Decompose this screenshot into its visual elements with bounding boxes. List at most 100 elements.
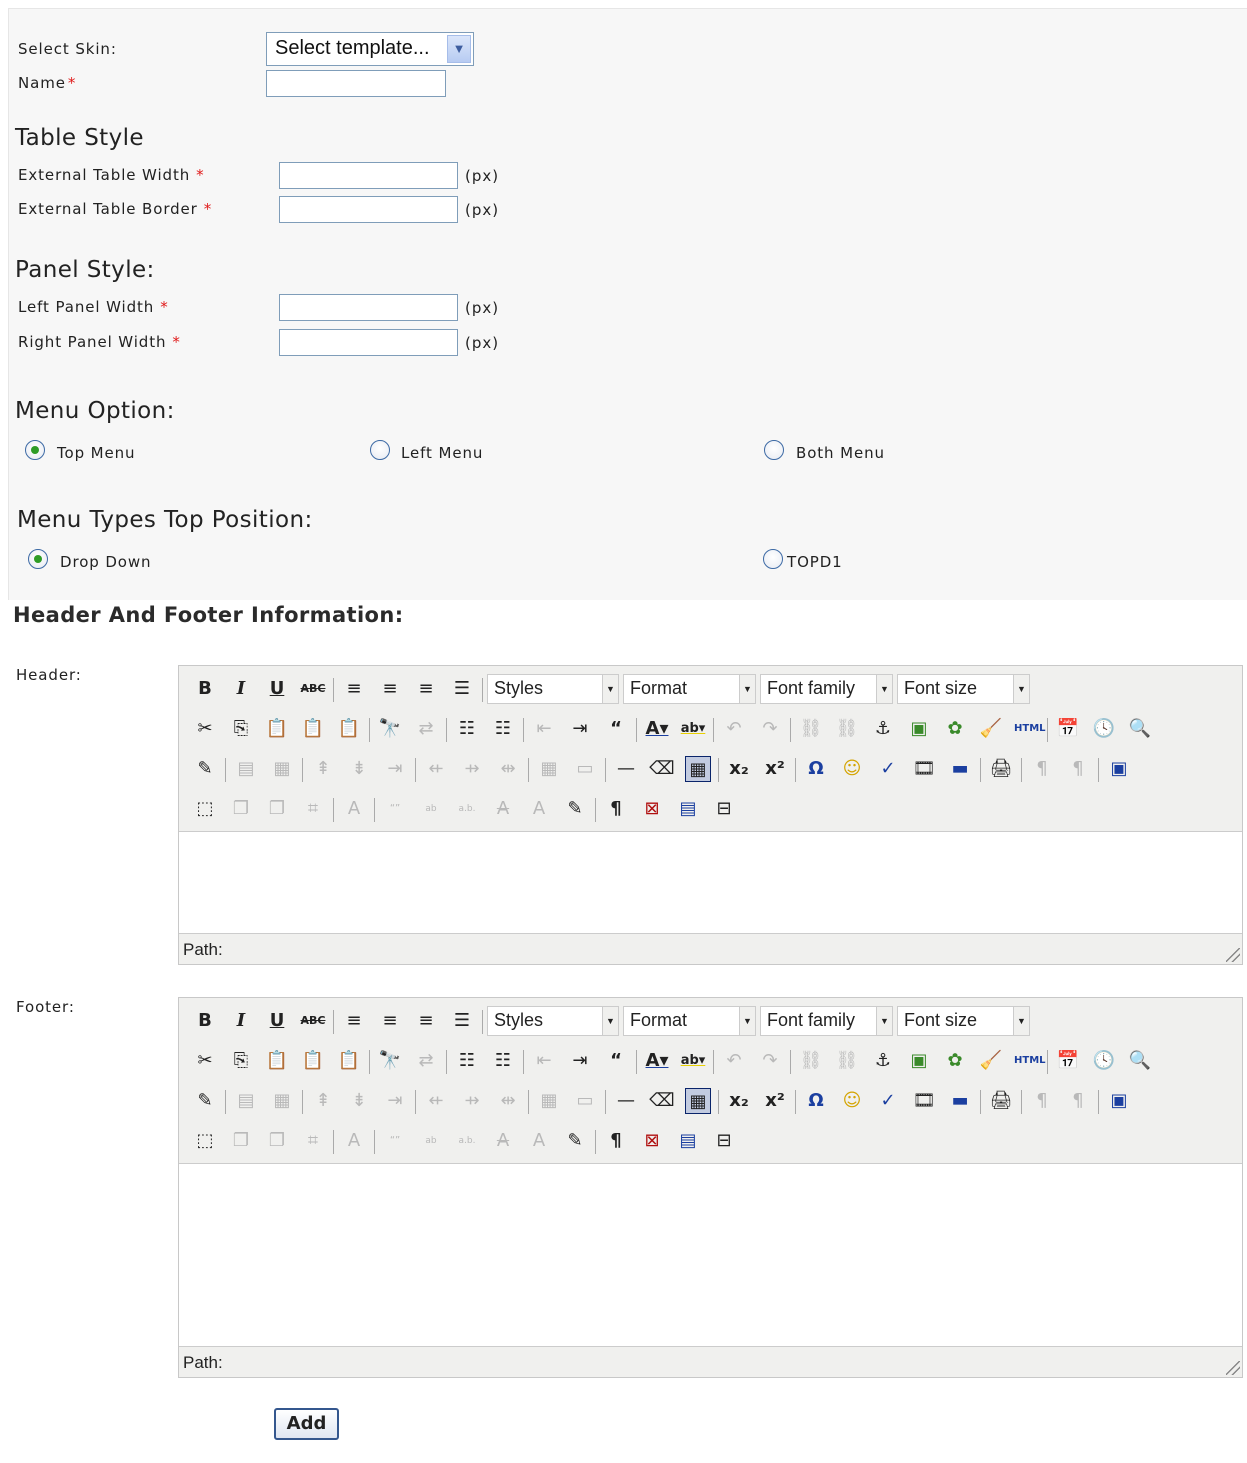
link-icon[interactable]: ⛓ <box>798 1048 824 1074</box>
delete-text-icon[interactable]: A <box>490 796 516 822</box>
row-after-icon[interactable]: ⇟ <box>346 756 372 782</box>
superscript-icon[interactable]: x² <box>762 1088 788 1114</box>
spellcheck-icon[interactable]: ✓ <box>875 756 901 782</box>
print-icon[interactable]: 🖨 <box>988 1088 1014 1114</box>
paste-word-icon[interactable]: 📋 <box>336 1048 362 1074</box>
row-before-icon[interactable]: ⇞ <box>310 1088 336 1114</box>
image-icon[interactable]: ▣ <box>906 1048 932 1074</box>
blockquote-icon[interactable]: “ <box>603 716 629 742</box>
external-table-border-input[interactable] <box>279 196 458 223</box>
table-icon[interactable]: ▦ <box>685 756 711 782</box>
paste-icon[interactable]: 📋 <box>264 716 290 742</box>
font-size-dropdown[interactable]: Font size ▼ <box>897 674 1030 704</box>
right-panel-width-input[interactable] <box>279 329 458 356</box>
align-left-icon[interactable]: ≡ <box>341 676 367 702</box>
external-table-width-input[interactable] <box>279 162 458 189</box>
cut-icon[interactable]: ✂ <box>192 716 218 742</box>
replace-icon[interactable]: ⇄ <box>413 716 439 742</box>
subscript-icon[interactable]: x₂ <box>726 1088 752 1114</box>
insert-layer-icon[interactable]: ⬚ <box>192 796 218 822</box>
styles-dropdown[interactable]: Styles ▼ <box>487 1006 619 1036</box>
chevron-down-icon[interactable]: ▼ <box>447 35 471 63</box>
radio-both-menu[interactable] <box>764 440 784 460</box>
superscript-icon[interactable]: x² <box>762 756 788 782</box>
delete-col-icon[interactable]: ⇹ <box>495 756 521 782</box>
numbered-list-icon[interactable]: ☷ <box>490 1048 516 1074</box>
edit-css-icon[interactable]: ✎ <box>192 756 218 782</box>
ltr-icon[interactable]: ¶ <box>1029 756 1055 782</box>
emoticon-icon[interactable]: ☺ <box>839 1088 865 1114</box>
delete-row-icon[interactable]: ⇥ <box>382 756 408 782</box>
fullscreen-icon[interactable]: ▣ <box>1106 756 1132 782</box>
insert-time-icon[interactable]: 🕓 <box>1091 1048 1117 1074</box>
style-props-icon[interactable]: A <box>341 1128 367 1154</box>
html-source-button[interactable]: HTML <box>1014 716 1046 742</box>
insert-text-icon[interactable]: A <box>526 796 552 822</box>
header-editor[interactable]: B I U ABC ≡ ≡ ≡ ☰ Styles ▼ Format ▼ Font family ▼ Font… <box>178 665 1243 965</box>
format-dropdown[interactable]: Format ▼ <box>623 1006 756 1036</box>
delete-row-icon[interactable]: ⇥ <box>382 1088 408 1114</box>
move-backward-icon[interactable]: ❐ <box>264 796 290 822</box>
nonbreaking-icon[interactable]: ⊠ <box>639 1128 665 1154</box>
find-icon[interactable]: 🔭 <box>377 716 403 742</box>
paste-text-icon[interactable]: 📋 <box>300 716 326 742</box>
cite-icon[interactable]: “” <box>382 796 408 822</box>
template-icon[interactable]: ▤ <box>675 796 701 822</box>
move-forward-icon[interactable]: ❐ <box>228 796 254 822</box>
font-family-dropdown[interactable]: Font family ▼ <box>760 1006 893 1036</box>
emoticon-icon[interactable]: ☺ <box>839 756 865 782</box>
paste-text-icon[interactable]: 📋 <box>300 1048 326 1074</box>
undo-icon[interactable]: ↶ <box>721 716 747 742</box>
image-icon[interactable]: ▣ <box>906 716 932 742</box>
redo-icon[interactable]: ↷ <box>757 716 783 742</box>
font-size-dropdown[interactable]: Font size ▼ <box>897 1006 1030 1036</box>
paste-icon[interactable]: 📋 <box>264 1048 290 1074</box>
paste-word-icon[interactable]: 📋 <box>336 716 362 742</box>
anchor-icon[interactable]: ⚓ <box>870 716 896 742</box>
copy-icon[interactable]: ⎘ <box>228 1048 254 1074</box>
bold-icon[interactable]: B <box>192 676 218 702</box>
special-char-icon[interactable]: Ω <box>803 1088 829 1114</box>
highlight-color-icon[interactable]: ab▾ <box>680 1048 706 1074</box>
header-editor-content[interactable] <box>179 831 1242 934</box>
row-after-icon[interactable]: ⇟ <box>346 1088 372 1114</box>
anchor-icon[interactable]: ⚓ <box>870 1048 896 1074</box>
row-before-icon[interactable]: ⇞ <box>310 756 336 782</box>
redo-icon[interactable]: ↷ <box>757 1048 783 1074</box>
bullet-list-icon[interactable]: ☷ <box>454 716 480 742</box>
resize-grip-icon[interactable] <box>1226 948 1240 962</box>
cell-props-icon[interactable]: ▦ <box>269 1088 295 1114</box>
cleanup-icon[interactable]: 🧹 <box>978 1048 1004 1074</box>
align-left-icon[interactable]: ≡ <box>341 1008 367 1034</box>
spellcheck-icon[interactable]: ✓ <box>875 1088 901 1114</box>
cite-icon[interactable]: “” <box>382 1128 408 1154</box>
insert-date-icon[interactable]: 📅 <box>1055 716 1081 742</box>
merge-cells-icon[interactable]: ▭ <box>572 1088 598 1114</box>
table-icon[interactable]: ▦ <box>685 1088 711 1114</box>
footer-editor-content[interactable] <box>179 1163 1242 1347</box>
print-icon[interactable]: 🖨 <box>988 756 1014 782</box>
skin-select[interactable]: Select template... ▼ <box>266 32 474 66</box>
radio-top-menu[interactable] <box>25 440 45 460</box>
delete-col-icon[interactable]: ⇹ <box>495 1088 521 1114</box>
highlight-color-icon[interactable]: ab▾ <box>680 716 706 742</box>
subscript-icon[interactable]: x₂ <box>726 756 752 782</box>
blockquote-icon[interactable]: “ <box>603 1048 629 1074</box>
visual-chars-icon[interactable]: ¶ <box>603 796 629 822</box>
move-forward-icon[interactable]: ❐ <box>228 1128 254 1154</box>
indent-icon[interactable]: ⇥ <box>567 716 593 742</box>
strikethrough-icon[interactable]: ABC <box>300 1008 326 1034</box>
move-backward-icon[interactable]: ❐ <box>264 1128 290 1154</box>
row-props-icon[interactable]: ▤ <box>233 756 259 782</box>
numbered-list-icon[interactable]: ☷ <box>490 716 516 742</box>
cut-icon[interactable]: ✂ <box>192 1048 218 1074</box>
insert-date-icon[interactable]: 📅 <box>1055 1048 1081 1074</box>
italic-icon[interactable]: I <box>228 676 254 702</box>
layer-icon[interactable]: ▬ <box>947 756 973 782</box>
align-center-icon[interactable]: ≡ <box>377 1008 403 1034</box>
absolute-icon[interactable]: ⌗ <box>300 796 326 822</box>
pagebreak-icon[interactable]: ⊟ <box>711 796 737 822</box>
horizontal-rule-icon[interactable]: — <box>613 1088 639 1114</box>
layer-icon[interactable]: ▬ <box>947 1088 973 1114</box>
replace-icon[interactable]: ⇄ <box>413 1048 439 1074</box>
